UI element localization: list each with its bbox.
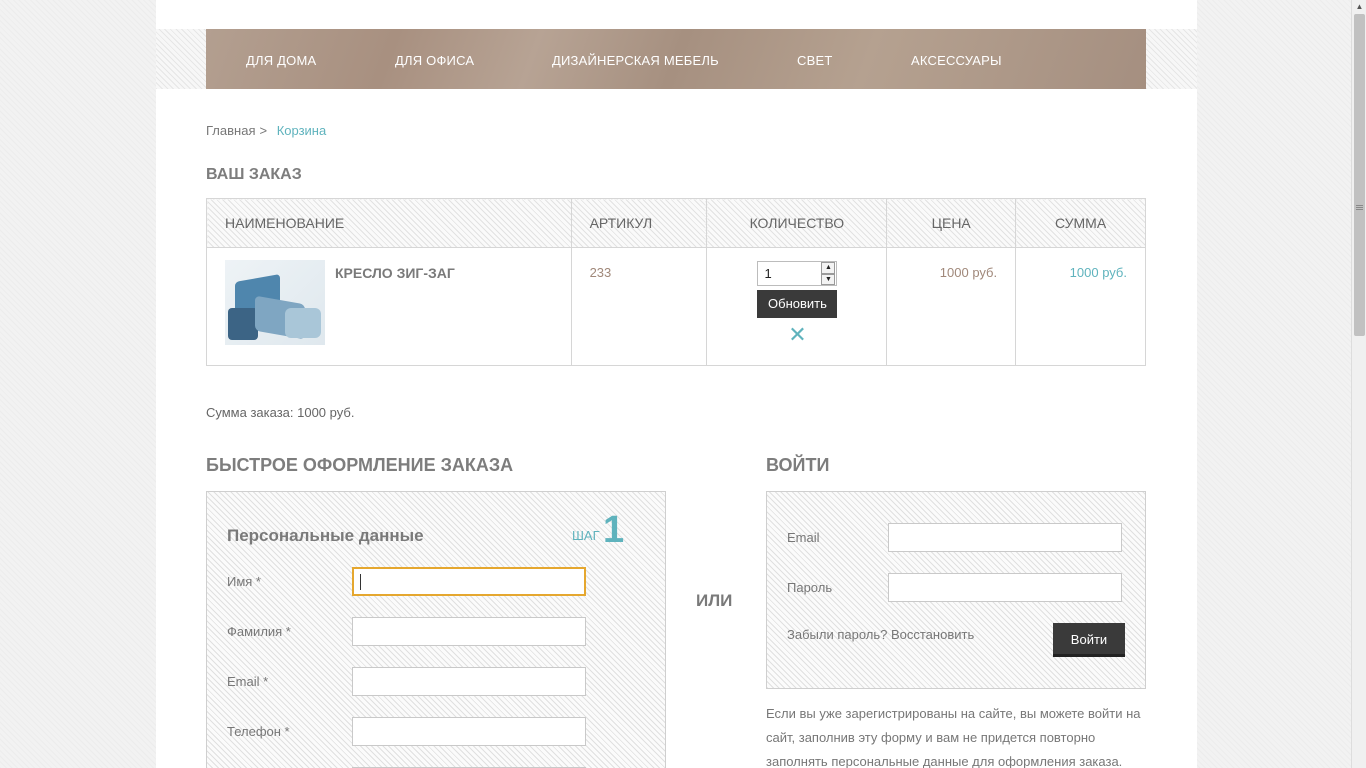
personal-data-title: Персональные данные [227, 526, 424, 545]
col-price: Цена [886, 198, 1017, 248]
last-name-field[interactable] [352, 617, 586, 646]
email-label: Email * [227, 674, 269, 689]
col-qty: Количество [706, 198, 888, 248]
login-email-label: Email [787, 530, 820, 545]
product-thumbnail[interactable] [225, 260, 325, 345]
login-note: Если вы уже зарегистрированы на сайте, в… [766, 706, 1141, 768]
forgot-password-link[interactable]: Забыли пароль? Восстановить [787, 627, 974, 642]
product-sum: 1000 руб. [1015, 247, 1146, 366]
login-password-field[interactable] [888, 573, 1122, 602]
login-button[interactable]: Войти [1053, 623, 1125, 657]
login-form: Email Пароль Забыли пароль? Восстановить… [766, 491, 1146, 689]
main-nav: Для дома Для офиса Дизайнерская мебель С… [206, 29, 1146, 89]
col-name: Наименование [206, 198, 572, 248]
stepper-up-icon[interactable]: ▲ [821, 262, 836, 274]
page-container: Для дома Для офиса Дизайнерская мебель С… [156, 0, 1197, 768]
cart-table: Наименование Артикул Количество Цена Сум… [206, 198, 1146, 366]
stepper-down-icon[interactable]: ▼ [821, 273, 836, 285]
quantity-stepper[interactable]: ▲ ▼ [821, 262, 836, 285]
last-name-label: Фамилия * [227, 624, 291, 639]
step-label: шаг [572, 528, 600, 543]
product-price: 1000 руб. [886, 247, 1017, 366]
scroll-up-icon[interactable]: ▲ [1352, 0, 1366, 14]
phone-label: Телефон * [227, 724, 290, 739]
col-sum: Сумма [1015, 198, 1146, 248]
breadcrumb-separator: > [259, 123, 268, 138]
breadcrumb: Главная > Корзина [206, 123, 326, 138]
scrollbar-thumb[interactable] [1354, 14, 1365, 336]
quantity-cell: 1 ▲ ▼ Обновить ✕ [706, 247, 888, 366]
step-number: 1 [603, 509, 625, 551]
personal-data-form: Персональные данные шаг 1 Имя * Фамилия … [206, 491, 666, 768]
nav-item-office[interactable]: Для офиса [395, 53, 474, 68]
col-sku: Артикул [570, 198, 708, 248]
email-field[interactable] [352, 667, 586, 696]
or-separator: ИЛИ [696, 591, 733, 610]
login-password-label: Пароль [787, 580, 833, 595]
product-sku: 233 [570, 247, 708, 366]
breadcrumb-current: Корзина [276, 123, 327, 138]
table-row: Кресло Зиг-Заг 233 1 ▲ ▼ Обновить ✕ 1000… [206, 247, 1146, 366]
quick-order-title: Быстрое оформление заказа [206, 455, 514, 475]
phone-field[interactable] [352, 717, 586, 746]
cart-header-row: Наименование Артикул Количество Цена Сум… [206, 198, 1146, 248]
nav-strip: Для дома Для офиса Дизайнерская мебель С… [156, 29, 1197, 89]
first-name-label: Имя * [227, 574, 261, 589]
order-total: Сумма заказа: 1000 руб. [206, 405, 355, 420]
product-cell: Кресло Зиг-Заг [206, 247, 572, 366]
update-button[interactable]: Обновить [757, 290, 838, 318]
remove-item-icon[interactable]: ✕ [787, 324, 807, 346]
scrollbar[interactable]: ▲ [1351, 0, 1366, 768]
nav-item-home[interactable]: Для дома [246, 53, 316, 68]
first-name-field[interactable] [352, 567, 586, 596]
login-email-field[interactable] [888, 523, 1122, 552]
nav-item-light[interactable]: Свет [797, 53, 832, 68]
product-name-link[interactable]: Кресло Зиг-Заг [335, 265, 455, 281]
breadcrumb-home[interactable]: Главная [206, 123, 255, 138]
login-title: Войти [766, 455, 830, 475]
scrollbar-grip-icon [1356, 205, 1363, 206]
nav-item-accessories[interactable]: Аксессуары [911, 53, 1002, 68]
order-title: Ваш заказ [206, 166, 302, 183]
nav-item-designer[interactable]: Дизайнерская мебель [552, 53, 719, 68]
